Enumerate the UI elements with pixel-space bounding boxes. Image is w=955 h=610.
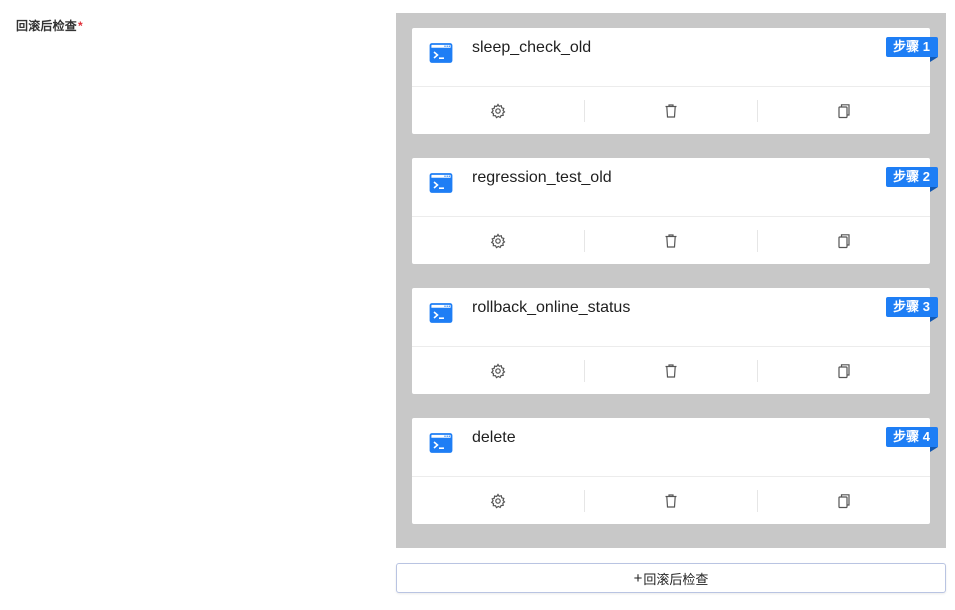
step-name: sleep_check_old [472,39,592,56]
step-card-2[interactable]: regression_test_old 步骤 2 [412,158,938,264]
step-card-4[interactable]: delete 步骤 4 [412,418,938,524]
step-card-actions [412,347,930,394]
terminal-window-icon [429,173,453,193]
step-card-actions [412,477,930,524]
settings-button[interactable] [412,217,584,264]
step-card-3[interactable]: rollback_online_status 步骤 3 [412,288,938,394]
steps-panel: sleep_check_old 步骤 1 regression_test_old… [396,13,946,548]
terminal-window-icon [429,433,453,453]
terminal-window-icon [429,303,453,323]
step-badge: 步骤 4 [886,427,938,452]
field-label: 回滚后检查* [16,17,83,34]
copy-button[interactable] [758,217,930,264]
step-badge: 步骤 2 [886,167,938,192]
gear-icon [490,362,506,378]
delete-button[interactable] [585,477,757,524]
copy-icon [838,103,850,118]
settings-button[interactable] [412,477,584,524]
step-name: regression_test_old [472,169,612,186]
add-button-label: 回滚后检查 [643,571,709,587]
step-card-header: delete 步骤 4 [412,418,938,477]
step-name: delete [472,429,516,446]
trash-icon [665,493,677,508]
step-name: rollback_online_status [472,299,631,316]
field-label-text: 回滚后检查 [16,19,78,33]
step-card-actions [412,87,930,134]
trash-icon [665,233,677,248]
step-card-header: sleep_check_old 步骤 1 [412,28,938,87]
copy-icon [838,363,850,378]
trash-icon [665,103,677,118]
gear-icon [490,102,506,118]
settings-button[interactable] [412,87,584,134]
step-card-actions [412,217,930,264]
terminal-window-icon [429,43,453,63]
step-card-header: regression_test_old 步骤 2 [412,158,938,217]
required-mark: * [78,19,83,33]
delete-button[interactable] [585,87,757,134]
copy-icon [838,493,850,508]
step-badge: 步骤 3 [886,297,938,322]
copy-button[interactable] [758,477,930,524]
copy-icon [838,233,850,248]
step-card-1[interactable]: sleep_check_old 步骤 1 [412,28,938,134]
add-rollback-check-button[interactable]: + 回滚后检查 [396,563,946,593]
plus-icon: + [633,569,643,587]
gear-icon [490,492,506,508]
trash-icon [665,363,677,378]
delete-button[interactable] [585,217,757,264]
step-badge: 步骤 1 [886,37,938,62]
delete-button[interactable] [585,347,757,394]
gear-icon [490,232,506,248]
settings-button[interactable] [412,347,584,394]
copy-button[interactable] [758,347,930,394]
copy-button[interactable] [758,87,930,134]
step-card-header: rollback_online_status 步骤 3 [412,288,938,347]
